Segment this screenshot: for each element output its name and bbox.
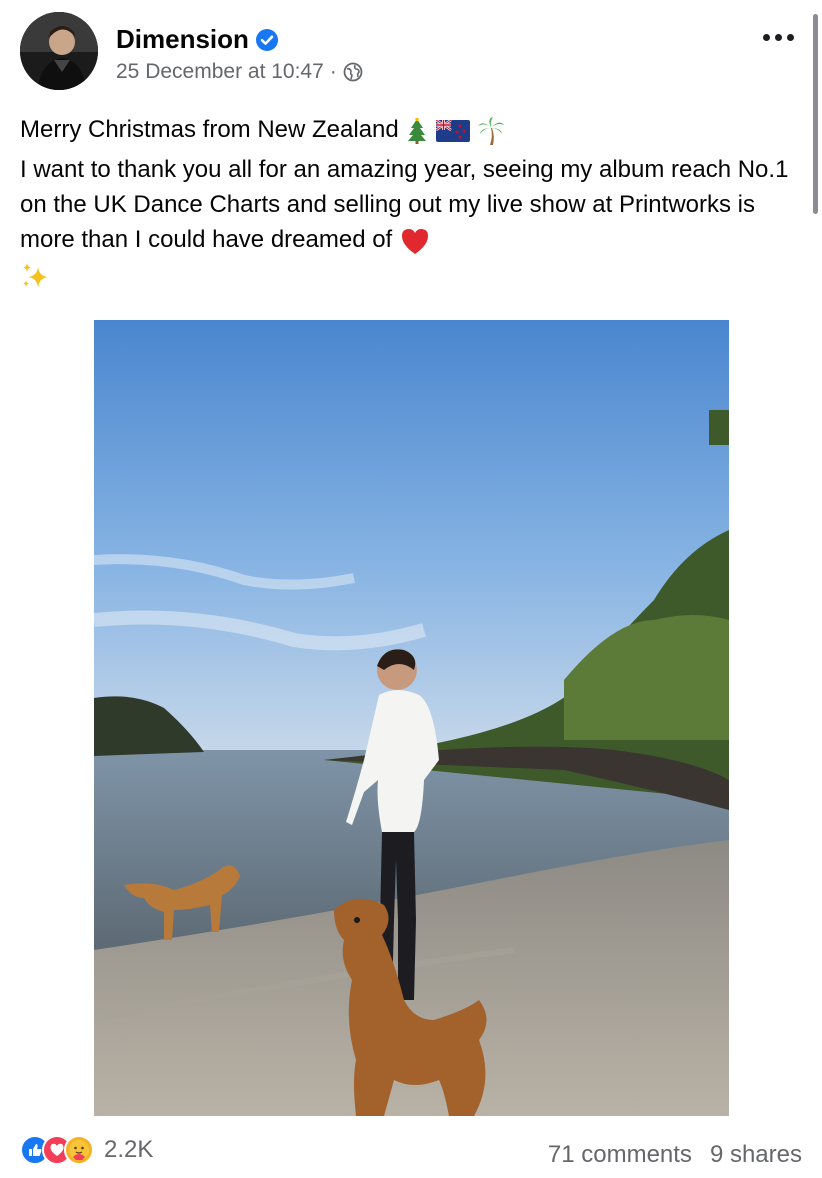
post-greeting: Merry Christmas from New Zealand xyxy=(20,116,399,143)
sparkles-icon xyxy=(23,262,48,288)
care-reaction-icon xyxy=(64,1135,94,1165)
post-timestamp[interactable]: 25 December at 10:47 xyxy=(116,60,324,84)
reaction-count[interactable]: 2.2K xyxy=(104,1136,153,1164)
palm-tree-icon xyxy=(477,116,504,145)
post-header: Dimension 25 December at 10:47 · xyxy=(20,10,800,94)
post-footer: 2.2K 71 comments 9 shares xyxy=(20,1135,802,1175)
reactions-summary[interactable]: 2.2K xyxy=(20,1135,153,1165)
christmas-tree-icon xyxy=(408,117,427,144)
comments-count-link[interactable]: 71 comments xyxy=(548,1141,692,1169)
red-heart-icon xyxy=(401,228,428,254)
shares-count-link[interactable]: 9 shares xyxy=(710,1141,802,1169)
dot-icon xyxy=(775,34,782,41)
nz-flag-icon xyxy=(436,119,471,142)
post-photo[interactable] xyxy=(94,320,729,1116)
dot-icon xyxy=(787,34,794,41)
verified-badge-icon xyxy=(255,28,278,51)
avatar[interactable] xyxy=(20,12,98,90)
dot-icon xyxy=(763,34,770,41)
scrollbar[interactable] xyxy=(813,14,818,214)
meta-separator: · xyxy=(329,60,337,83)
post-text: Merry Christmas from New Zealand I want … xyxy=(20,112,800,292)
globe-icon xyxy=(343,62,363,82)
more-options-button[interactable] xyxy=(763,34,794,41)
author-name[interactable]: Dimension xyxy=(116,24,249,55)
